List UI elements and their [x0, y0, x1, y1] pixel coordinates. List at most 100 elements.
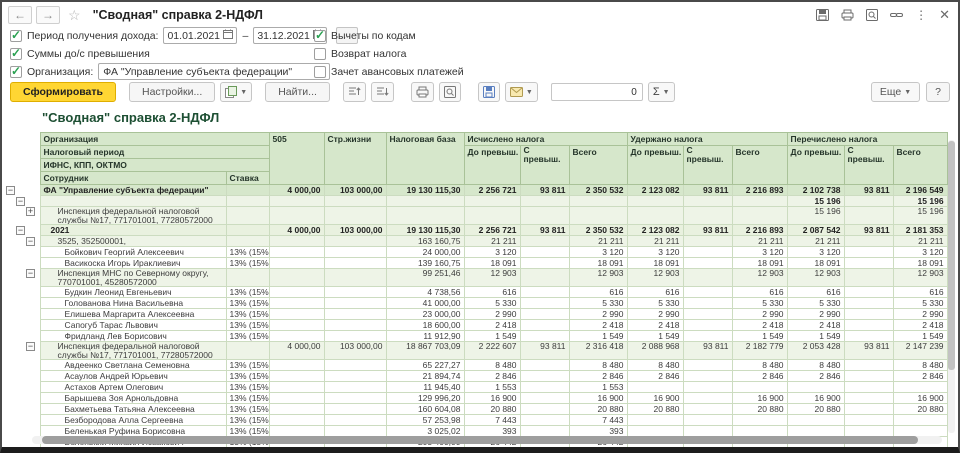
row-rate[interactable]: 13% (15%) — [226, 309, 269, 320]
link-icon[interactable] — [890, 9, 903, 21]
value-cell[interactable]: 15 196 — [893, 196, 947, 207]
row-label[interactable]: 3525, 352500001, — [40, 236, 226, 247]
value-cell[interactable]: 2 222 607 — [464, 342, 520, 360]
value-cell[interactable]: 18 091 — [627, 258, 683, 269]
value-cell[interactable]: 21 894,74 — [386, 371, 464, 382]
value-cell[interactable]: 12 903 — [732, 269, 787, 287]
value-cell[interactable]: 5 330 — [893, 298, 947, 309]
value-cell[interactable]: 18 091 — [893, 258, 947, 269]
value-cell[interactable]: 2 418 — [627, 320, 683, 331]
row-rate[interactable]: 13% (15%) — [226, 360, 269, 371]
value-cell[interactable] — [787, 415, 844, 426]
value-cell[interactable]: 2 256 721 — [464, 225, 520, 236]
value-cell[interactable] — [269, 404, 324, 415]
value-cell[interactable]: 99 251,46 — [386, 269, 464, 287]
value-cell[interactable] — [324, 236, 386, 247]
value-cell[interactable]: 2 181 353 — [893, 225, 947, 236]
value-cell[interactable]: 2 216 893 — [732, 185, 787, 196]
value-cell[interactable]: 93 811 — [520, 225, 569, 236]
advance-checkbox[interactable] — [314, 66, 326, 78]
table-row[interactable]: −20214 000,00103 000,0019 130 115,302 25… — [4, 225, 947, 236]
value-cell[interactable] — [269, 331, 324, 342]
value-cell[interactable] — [787, 426, 844, 437]
value-cell[interactable] — [844, 287, 893, 298]
table-row[interactable]: Беленькая Руфина Борисовна13% (15%)3 025… — [4, 426, 947, 437]
value-cell[interactable] — [844, 196, 893, 207]
value-cell[interactable]: 2 418 — [893, 320, 947, 331]
value-cell[interactable] — [324, 298, 386, 309]
expand-groups-button[interactable] — [371, 82, 394, 102]
table-row[interactable]: Васикоска Игорь Ираклиевич13% (15%)139 1… — [4, 258, 947, 269]
value-cell[interactable] — [520, 309, 569, 320]
close-icon[interactable]: ✕ — [939, 7, 950, 23]
value-cell[interactable]: 4 000,00 — [269, 185, 324, 196]
value-cell[interactable]: 11 912,90 — [386, 331, 464, 342]
print-icon[interactable] — [841, 9, 854, 21]
value-cell[interactable]: 8 480 — [893, 360, 947, 371]
value-cell[interactable] — [683, 207, 732, 225]
value-cell[interactable]: 3 025,02 — [386, 426, 464, 437]
row-label[interactable]: Инспекция федеральной налоговой службы №… — [40, 342, 226, 360]
row-label[interactable]: Безбородова Алла Сергеевна — [40, 415, 226, 426]
value-cell[interactable]: 2 418 — [569, 320, 627, 331]
value-cell[interactable] — [520, 382, 569, 393]
value-cell[interactable] — [844, 298, 893, 309]
value-cell[interactable]: 2 182 779 — [732, 342, 787, 360]
value-cell[interactable]: 11 945,40 — [386, 382, 464, 393]
value-cell[interactable] — [732, 426, 787, 437]
row-label[interactable]: Асаулов Андрей Юрьевич — [40, 371, 226, 382]
value-cell[interactable]: 24 000,00 — [386, 247, 464, 258]
value-cell[interactable] — [269, 258, 324, 269]
value-cell[interactable]: 20 880 — [787, 404, 844, 415]
favorite-star-icon[interactable]: ☆ — [68, 7, 81, 24]
value-cell[interactable]: 2 087 542 — [787, 225, 844, 236]
value-cell[interactable]: 2 102 738 — [787, 185, 844, 196]
row-label[interactable]: Авдеенко Светлана Семеновна — [40, 360, 226, 371]
value-cell[interactable] — [386, 196, 464, 207]
row-label[interactable]: Елишева Маргарита Алексеевна — [40, 309, 226, 320]
value-cell[interactable] — [269, 207, 324, 225]
value-cell[interactable] — [269, 287, 324, 298]
value-cell[interactable]: 3 120 — [627, 247, 683, 258]
value-cell[interactable] — [324, 287, 386, 298]
value-cell[interactable] — [844, 269, 893, 287]
value-cell[interactable] — [520, 360, 569, 371]
row-label[interactable]: Бойкович Георгий Алексеевич — [40, 247, 226, 258]
value-cell[interactable]: 18 091 — [569, 258, 627, 269]
value-cell[interactable] — [683, 404, 732, 415]
row-rate[interactable] — [226, 236, 269, 247]
value-cell[interactable] — [627, 415, 683, 426]
collapse-row-icon[interactable]: − — [6, 186, 15, 195]
value-cell[interactable] — [627, 426, 683, 437]
value-cell[interactable]: 2 990 — [569, 309, 627, 320]
value-cell[interactable]: 18 091 — [464, 258, 520, 269]
value-cell[interactable] — [844, 258, 893, 269]
value-cell[interactable]: 8 480 — [627, 360, 683, 371]
value-cell[interactable]: 23 000,00 — [386, 309, 464, 320]
row-rate[interactable]: 13% (15%) — [226, 298, 269, 309]
value-cell[interactable] — [269, 236, 324, 247]
row-rate[interactable]: 13% (15%) — [226, 247, 269, 258]
value-cell[interactable]: 18 091 — [787, 258, 844, 269]
value-cell[interactable]: 2 316 418 — [569, 342, 627, 360]
value-cell[interactable]: 20 880 — [627, 404, 683, 415]
value-cell[interactable] — [520, 207, 569, 225]
period-checkbox[interactable] — [10, 30, 22, 42]
value-cell[interactable]: 15 196 — [893, 207, 947, 225]
table-row[interactable]: Будкин Леонид Евгеньевич13% (15%)4 738,5… — [4, 287, 947, 298]
value-cell[interactable]: 2 216 893 — [732, 225, 787, 236]
value-cell[interactable]: 3 120 — [569, 247, 627, 258]
row-rate[interactable]: 13% (15%) — [226, 320, 269, 331]
value-cell[interactable]: 3 120 — [732, 247, 787, 258]
value-cell[interactable] — [787, 382, 844, 393]
find-button[interactable]: Найти... — [265, 82, 330, 102]
table-row[interactable]: −ФА "Управление субъекта федерации"4 000… — [4, 185, 947, 196]
value-cell[interactable] — [683, 298, 732, 309]
value-cell[interactable] — [844, 331, 893, 342]
table-row[interactable]: −Инспекция МНС по Северному округу, 7707… — [4, 269, 947, 287]
expand-row-icon[interactable]: + — [26, 207, 35, 216]
value-cell[interactable] — [844, 320, 893, 331]
value-cell[interactable] — [324, 258, 386, 269]
value-cell[interactable] — [324, 415, 386, 426]
value-cell[interactable] — [732, 196, 787, 207]
